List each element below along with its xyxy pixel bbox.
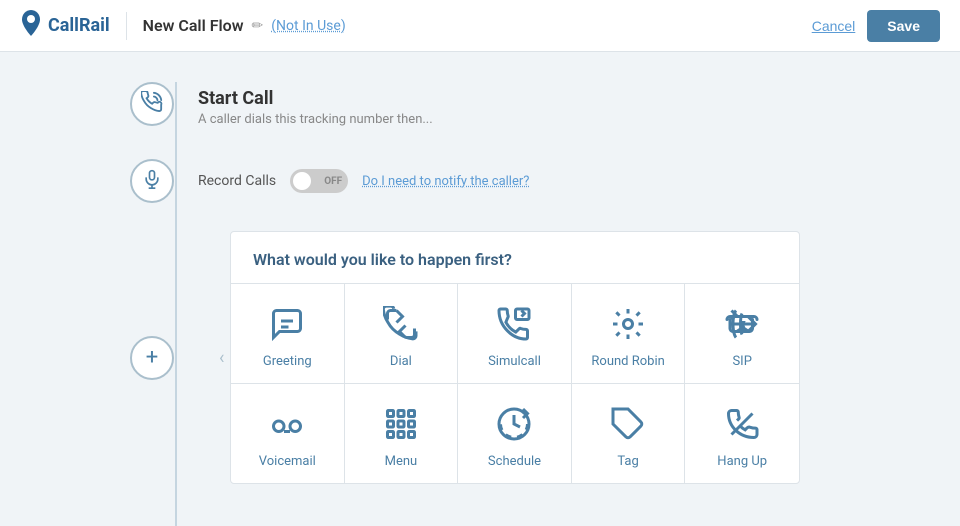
action-sip-label: SIP [732, 354, 751, 369]
microphone-icon [142, 168, 162, 195]
menu-icon [379, 402, 423, 446]
toggle-knob [293, 172, 311, 190]
start-call-icon-circle [130, 82, 174, 126]
action-panel: ‹ What would you like to happen first? G… [230, 231, 800, 484]
toggle-state: OFF [324, 176, 342, 187]
action-tag-label: Tag [617, 454, 638, 469]
action-tag[interactable]: Tag [572, 384, 686, 483]
start-call-title: Start Call [198, 88, 433, 109]
action-sip[interactable]: SIP [685, 284, 799, 384]
logo: CallRail [20, 10, 110, 42]
action-voicemail[interactable]: Voicemail [231, 384, 345, 483]
edit-icon[interactable]: ✏ [252, 18, 264, 34]
round-robin-icon [606, 302, 650, 346]
start-call-content: Start Call A caller dials this tracking … [198, 82, 433, 127]
start-call-node: Start Call A caller dials this tracking … [130, 82, 960, 127]
cancel-button[interactable]: Cancel [812, 18, 856, 34]
dial-icon [379, 302, 423, 346]
actions-grid: Greeting Dial [231, 284, 799, 483]
record-calls-label: Record Calls [198, 173, 276, 189]
header: CallRail New Call Flow ✏ (Not In Use) Ca… [0, 0, 960, 52]
start-call-subtitle: A caller dials this tracking number then… [198, 112, 433, 127]
add-action-node: + ‹ What would you like to happen first?… [130, 231, 960, 484]
action-round-robin-label: Round Robin [591, 354, 664, 369]
action-simulcall[interactable]: Simulcall [458, 284, 572, 384]
action-menu[interactable]: Menu [345, 384, 459, 483]
action-voicemail-label: Voicemail [259, 454, 316, 469]
header-divider [126, 12, 127, 40]
sip-icon [720, 302, 764, 346]
add-step-button[interactable]: + [130, 336, 174, 380]
voicemail-icon [265, 402, 309, 446]
action-hang-up[interactable]: Hang Up [685, 384, 799, 483]
action-greeting[interactable]: Greeting [231, 284, 345, 384]
header-actions: Cancel Save [812, 10, 940, 42]
logo-text: CallRail [48, 15, 110, 36]
action-dial[interactable]: Dial [345, 284, 459, 384]
record-toggle[interactable]: OFF [290, 169, 348, 193]
hang-up-icon [720, 402, 764, 446]
chevron-left-icon[interactable]: ‹ [219, 347, 224, 368]
action-panel-title: What would you like to happen first? [231, 232, 799, 284]
main-content: Start Call A caller dials this tracking … [0, 52, 960, 526]
action-schedule-label: Schedule [488, 454, 541, 469]
record-calls-content: Record Calls OFF Do I need to notify the… [198, 169, 529, 193]
action-dial-label: Dial [390, 354, 412, 369]
action-schedule[interactable]: Schedule [458, 384, 572, 483]
greeting-icon [265, 302, 309, 346]
phone-ring-icon [141, 91, 163, 118]
action-simulcall-label: Simulcall [488, 354, 541, 369]
tag-icon [606, 402, 650, 446]
page-title: New Call Flow [143, 16, 244, 35]
notify-caller-link[interactable]: Do I need to notify the caller? [362, 174, 529, 189]
schedule-icon [492, 402, 536, 446]
status-badge[interactable]: (Not In Use) [271, 18, 345, 34]
action-round-robin[interactable]: Round Robin [572, 284, 686, 384]
record-icon-circle [130, 159, 174, 203]
action-menu-label: Menu [385, 454, 418, 469]
action-hang-up-label: Hang Up [717, 454, 767, 469]
save-button[interactable]: Save [867, 10, 940, 42]
simulcall-icon [492, 302, 536, 346]
logo-icon [20, 10, 42, 42]
action-greeting-label: Greeting [263, 354, 312, 369]
record-calls-node: Record Calls OFF Do I need to notify the… [130, 159, 960, 203]
